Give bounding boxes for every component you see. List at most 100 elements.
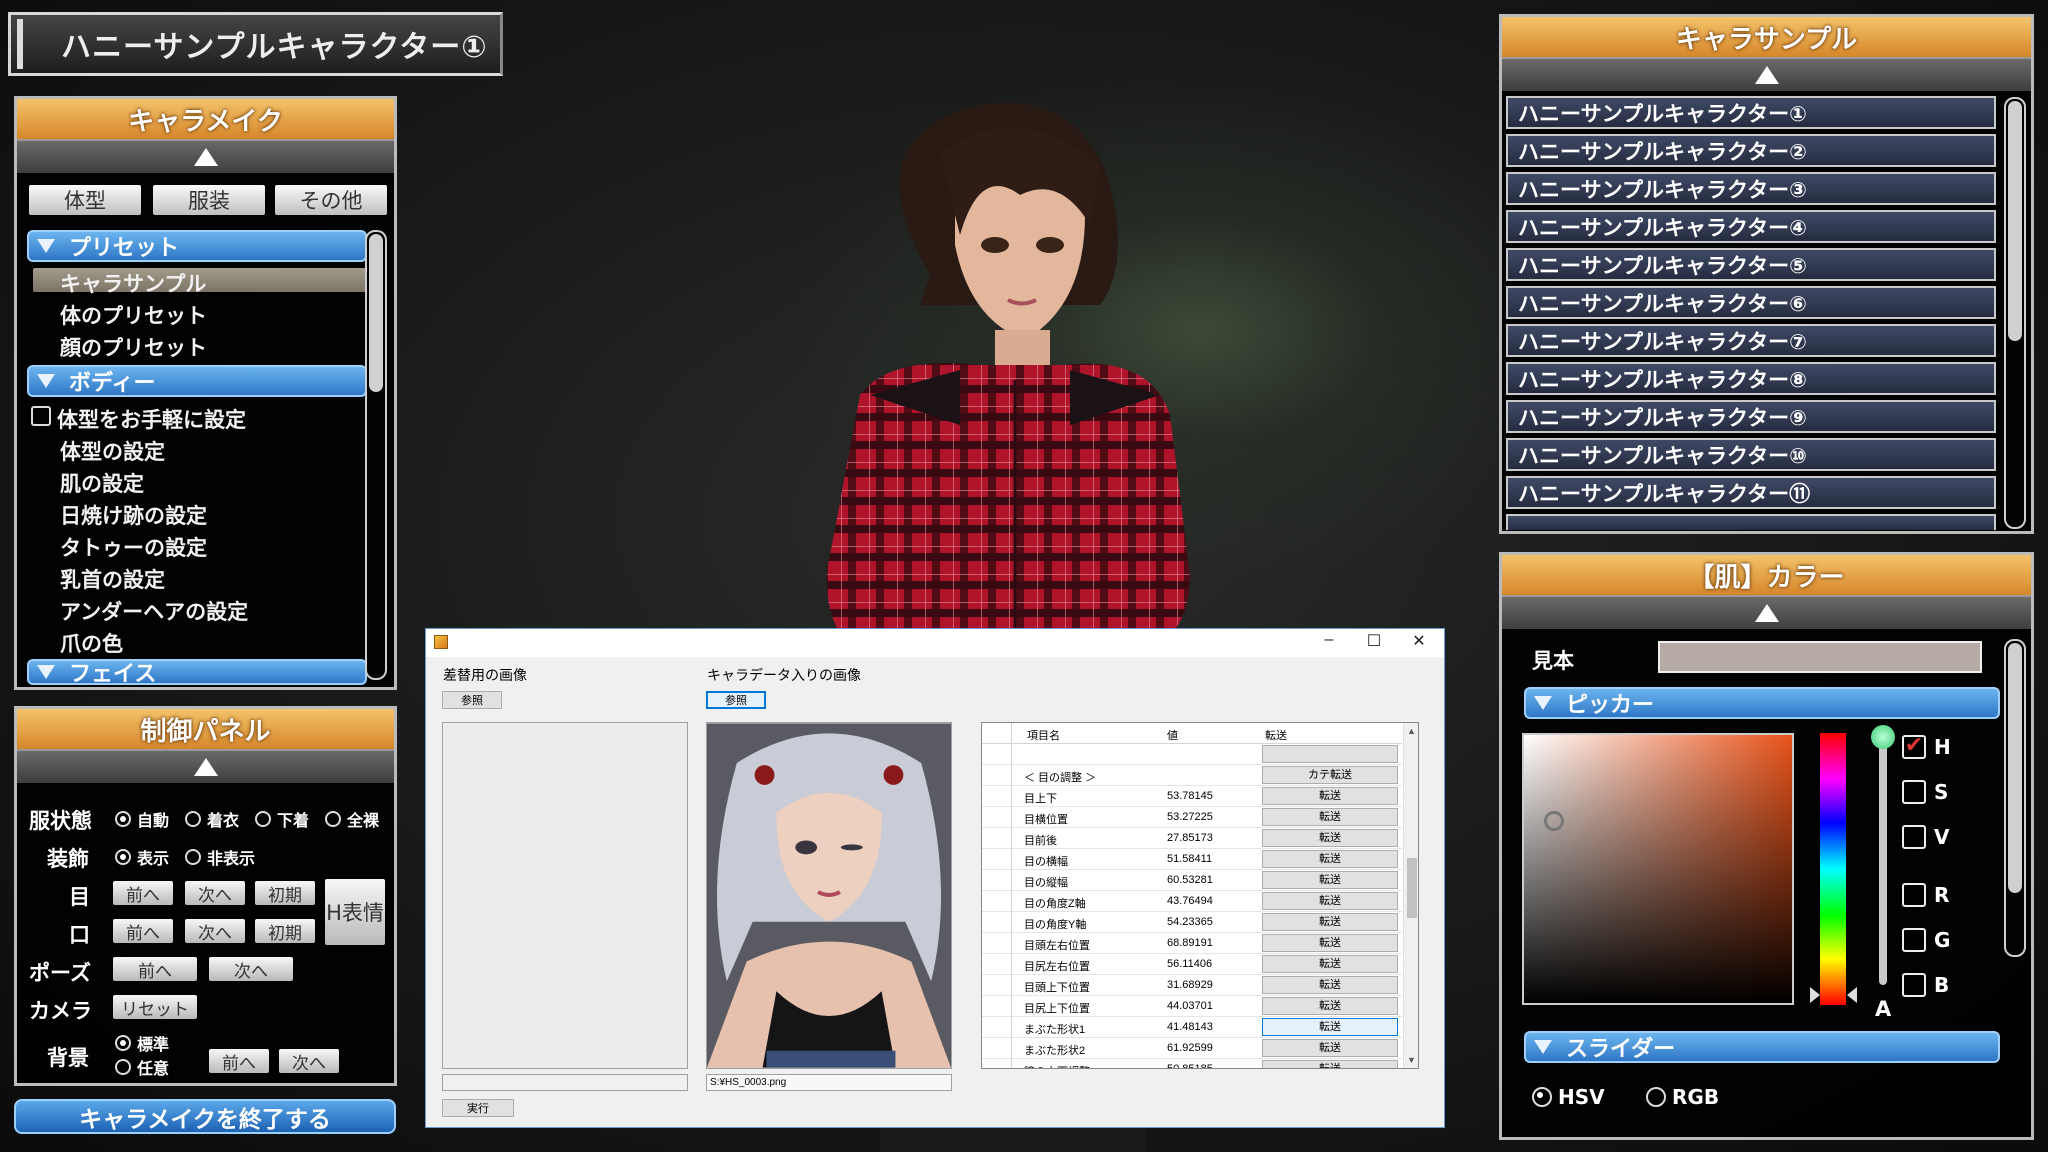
tab-other[interactable]: その他 (275, 185, 387, 215)
section-preset[interactable]: プリセット (27, 230, 367, 262)
mouth-next-button[interactable]: 次へ (185, 919, 245, 944)
hue-slider-marker[interactable] (1810, 987, 1820, 1003)
chara-sample-item[interactable]: ハニーサンプルキャラクター③ (1506, 172, 1996, 205)
channel-v-checkbox[interactable]: V (1902, 825, 1949, 849)
charamake-collapse-button[interactable] (17, 139, 394, 173)
row-transfer-button[interactable]: 転送 (1262, 829, 1398, 847)
clothes-radio-dressed[interactable]: 着衣 (185, 807, 239, 831)
body-item[interactable]: アンダーヘアの設定 (60, 596, 248, 626)
accessory-radio-hide[interactable]: 非表示 (185, 845, 255, 869)
eye-init-button[interactable]: 初期 (255, 881, 315, 906)
chara-sample-item[interactable]: ハニーサンプルキャラクター⑧ (1506, 362, 1996, 395)
body-item[interactable]: タトゥーの設定 (60, 532, 207, 562)
color-picker-square[interactable] (1522, 733, 1794, 1005)
scrollbar-thumb[interactable] (2008, 643, 2022, 893)
row-transfer-button[interactable]: 転送 (1262, 871, 1398, 889)
chara-sample-item[interactable]: ハニーサンプルキャラクター⑩ (1506, 438, 1996, 471)
chara-sample-collapse-button[interactable] (1502, 57, 2031, 91)
row-transfer-button[interactable]: 転送 (1262, 955, 1398, 973)
row-transfer-button[interactable]: 転送 (1262, 1039, 1398, 1057)
row-transfer-button[interactable]: 転送 (1262, 850, 1398, 868)
channel-h-checkbox[interactable]: ✔ H (1902, 735, 1951, 759)
chara-sample-item[interactable]: ハニーサンプルキャラクター① (1506, 96, 1996, 129)
easy-body-checkbox[interactable] (31, 406, 51, 426)
hue-slider-marker[interactable] (1847, 987, 1857, 1003)
row-transfer-button[interactable]: 転送 (1262, 997, 1398, 1015)
mode-radio-rgb[interactable]: RGB (1646, 1085, 1719, 1109)
row-transfer-button[interactable]: 転送 (1262, 913, 1398, 931)
body-item[interactable]: 爪の色 (60, 628, 123, 658)
camera-reset-button[interactable]: リセット (113, 995, 197, 1020)
row-transfer-button[interactable]: 転送 (1262, 892, 1398, 910)
row-transfer-button[interactable]: 転送 (1262, 1018, 1398, 1036)
preset-item-chara-sample[interactable]: キャラサンプル (60, 268, 206, 298)
chara-sample-item-partial[interactable] (1506, 514, 1996, 530)
tab-clothes[interactable]: 服装 (153, 185, 265, 215)
hue-slider[interactable] (1820, 733, 1846, 1005)
skin-color-collapse-button[interactable] (1502, 595, 2031, 629)
section-picker[interactable]: ピッカー (1524, 687, 2000, 719)
end-charamake-button[interactable]: キャラメイクを終了する (14, 1099, 396, 1134)
body-item[interactable]: 肌の設定 (60, 468, 144, 498)
clothes-radio-auto[interactable]: 自動 (115, 807, 169, 831)
row-transfer-button[interactable]: 転送 (1262, 934, 1398, 952)
chara-sample-item[interactable]: ハニーサンプルキャラクター⑥ (1506, 286, 1996, 319)
charamake-scrollbar[interactable] (365, 230, 387, 680)
chara-sample-item[interactable]: ハニーサンプルキャラクター⑦ (1506, 324, 1996, 357)
h-expression-button[interactable]: H表情 (325, 879, 385, 945)
row-transfer-button[interactable]: 転送 (1262, 808, 1398, 826)
close-icon[interactable]: ✕ (1404, 631, 1434, 651)
background-radio-standard[interactable]: 標準 (115, 1031, 169, 1055)
pose-prev-button[interactable]: 前へ (113, 957, 197, 982)
control-panel-collapse-button[interactable] (17, 749, 394, 783)
grid-scrollbar[interactable]: ▲ ▼ (1403, 723, 1418, 1068)
chara-sample-item[interactable]: ハニーサンプルキャラクター⑤ (1506, 248, 1996, 281)
tab-body[interactable]: 体型 (29, 185, 141, 215)
row-transfer-button[interactable]: 転送 (1262, 976, 1398, 994)
browse-chara-button[interactable]: 参照 (706, 691, 766, 709)
maximize-icon[interactable]: ☐ (1359, 631, 1389, 651)
body-item[interactable]: 体型の設定 (60, 436, 165, 466)
pose-next-button[interactable]: 次へ (209, 957, 293, 982)
scroll-down-icon[interactable]: ▼ (1407, 1055, 1416, 1065)
channel-r-checkbox[interactable]: R (1902, 883, 1949, 907)
row-transfer-button[interactable]: 転送 (1262, 787, 1398, 805)
chara-sample-item[interactable]: ハニーサンプルキャラクター⑪ (1506, 476, 1996, 509)
background-prev-button[interactable]: 前へ (209, 1049, 269, 1074)
eye-next-button[interactable]: 次へ (185, 881, 245, 906)
section-face[interactable]: フェイス (27, 659, 367, 685)
alpha-slider-knob[interactable] (1871, 725, 1895, 749)
skin-color-scrollbar[interactable] (2004, 639, 2026, 957)
chara-path-field[interactable]: S:¥HS_0003.png (706, 1074, 952, 1091)
eye-prev-button[interactable]: 前へ (113, 881, 173, 906)
scrollbar-thumb[interactable] (1407, 858, 1417, 918)
row-transfer-button[interactable]: 転送 (1262, 1060, 1398, 1068)
scroll-up-icon[interactable]: ▲ (1407, 726, 1416, 736)
mouth-init-button[interactable]: 初期 (255, 919, 315, 944)
chara-sample-item[interactable]: ハニーサンプルキャラクター④ (1506, 210, 1996, 243)
mouth-prev-button[interactable]: 前へ (113, 919, 173, 944)
clothes-radio-underwear[interactable]: 下着 (255, 807, 309, 831)
empty-transfer-button[interactable] (1262, 745, 1398, 763)
body-item[interactable]: 乳首の設定 (60, 564, 165, 594)
chara-sample-item[interactable]: ハニーサンプルキャラクター⑨ (1506, 400, 1996, 433)
chara-sample-item[interactable]: ハニーサンプルキャラクター② (1506, 134, 1996, 167)
alpha-slider-track[interactable] (1879, 741, 1887, 985)
category-transfer-button[interactable]: カテ転送 (1262, 766, 1398, 784)
scrollbar-thumb[interactable] (2008, 101, 2022, 341)
run-button[interactable]: 実行 (442, 1099, 514, 1117)
picker-cursor[interactable] (1544, 811, 1564, 831)
channel-b-checkbox[interactable]: B (1902, 973, 1949, 997)
section-slider[interactable]: スライダー (1524, 1031, 2000, 1063)
body-item[interactable]: 日焼け跡の設定 (60, 500, 207, 530)
mode-radio-hsv[interactable]: HSV (1532, 1085, 1605, 1109)
background-radio-custom[interactable]: 任意 (115, 1055, 169, 1079)
scrollbar-thumb[interactable] (369, 234, 383, 392)
background-next-button[interactable]: 次へ (279, 1049, 339, 1074)
minimize-icon[interactable]: – (1314, 631, 1344, 649)
replace-path-field[interactable] (442, 1074, 688, 1091)
preset-item-face[interactable]: 顔のプリセット (60, 332, 207, 362)
channel-g-checkbox[interactable]: G (1902, 928, 1950, 952)
section-body[interactable]: ボディー (27, 365, 367, 397)
accessory-radio-show[interactable]: 表示 (115, 845, 169, 869)
